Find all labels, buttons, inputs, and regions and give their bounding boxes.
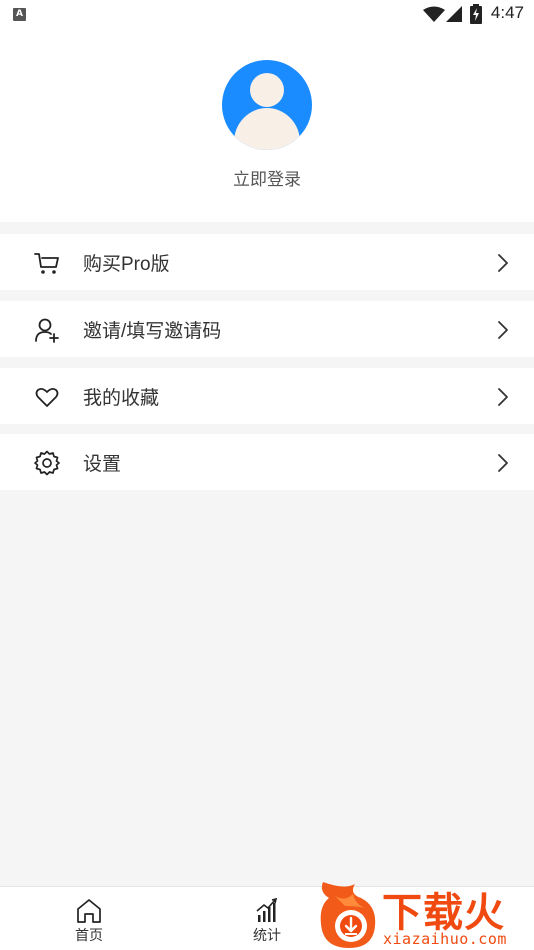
menu-item-label: 邀请/填写邀请码 <box>83 321 222 342</box>
tab-home-label: 首页 <box>75 928 103 944</box>
chevron-right-icon <box>498 254 508 272</box>
status-bar: A 4:47 <box>0 0 534 28</box>
menu-item-invite[interactable]: 邀请/填写邀请码 <box>0 301 534 357</box>
profile-header: 立即登录 <box>0 28 534 222</box>
notification-icon: A <box>13 8 26 21</box>
menu-item-settings[interactable]: 设置 <box>0 434 534 490</box>
user-avatar-icon[interactable] <box>222 60 312 150</box>
screen: A 4:47 立即登录 购买Pro版 邀请/填写邀请码 我的收藏 设置 首页 统… <box>0 0 534 950</box>
menu-item-favorites[interactable]: 我的收藏 <box>0 368 534 424</box>
stats-icon <box>256 897 278 922</box>
wifi-icon <box>423 6 445 22</box>
tab-stats-label: 统计 <box>253 928 281 944</box>
battery-charging-icon <box>470 4 482 24</box>
chevron-right-icon <box>498 454 508 472</box>
heart-icon <box>35 387 59 407</box>
chevron-right-icon <box>498 388 508 406</box>
home-icon <box>77 899 101 923</box>
login-link[interactable]: 立即登录 <box>0 165 534 190</box>
watermark-logo: 下载火 xiazaihuo.com <box>315 880 534 950</box>
add-user-icon <box>35 318 59 343</box>
menu-item-label: 设置 <box>83 454 122 475</box>
tab-home[interactable]: 首页 <box>34 887 144 950</box>
flame-logo-icon <box>320 882 376 948</box>
menu-item-buy-pro[interactable]: 购买Pro版 <box>0 234 534 290</box>
chevron-right-icon <box>498 321 508 339</box>
watermark-url: xiazaihuo.com <box>383 930 507 948</box>
menu-item-label: 购买Pro版 <box>83 254 170 275</box>
tab-stats[interactable]: 统计 <box>212 887 322 950</box>
gear-icon <box>34 450 60 476</box>
cart-icon <box>34 253 59 274</box>
signal-icon <box>446 6 462 22</box>
status-time: 4:47 <box>490 3 524 22</box>
menu-item-label: 我的收藏 <box>83 388 160 409</box>
